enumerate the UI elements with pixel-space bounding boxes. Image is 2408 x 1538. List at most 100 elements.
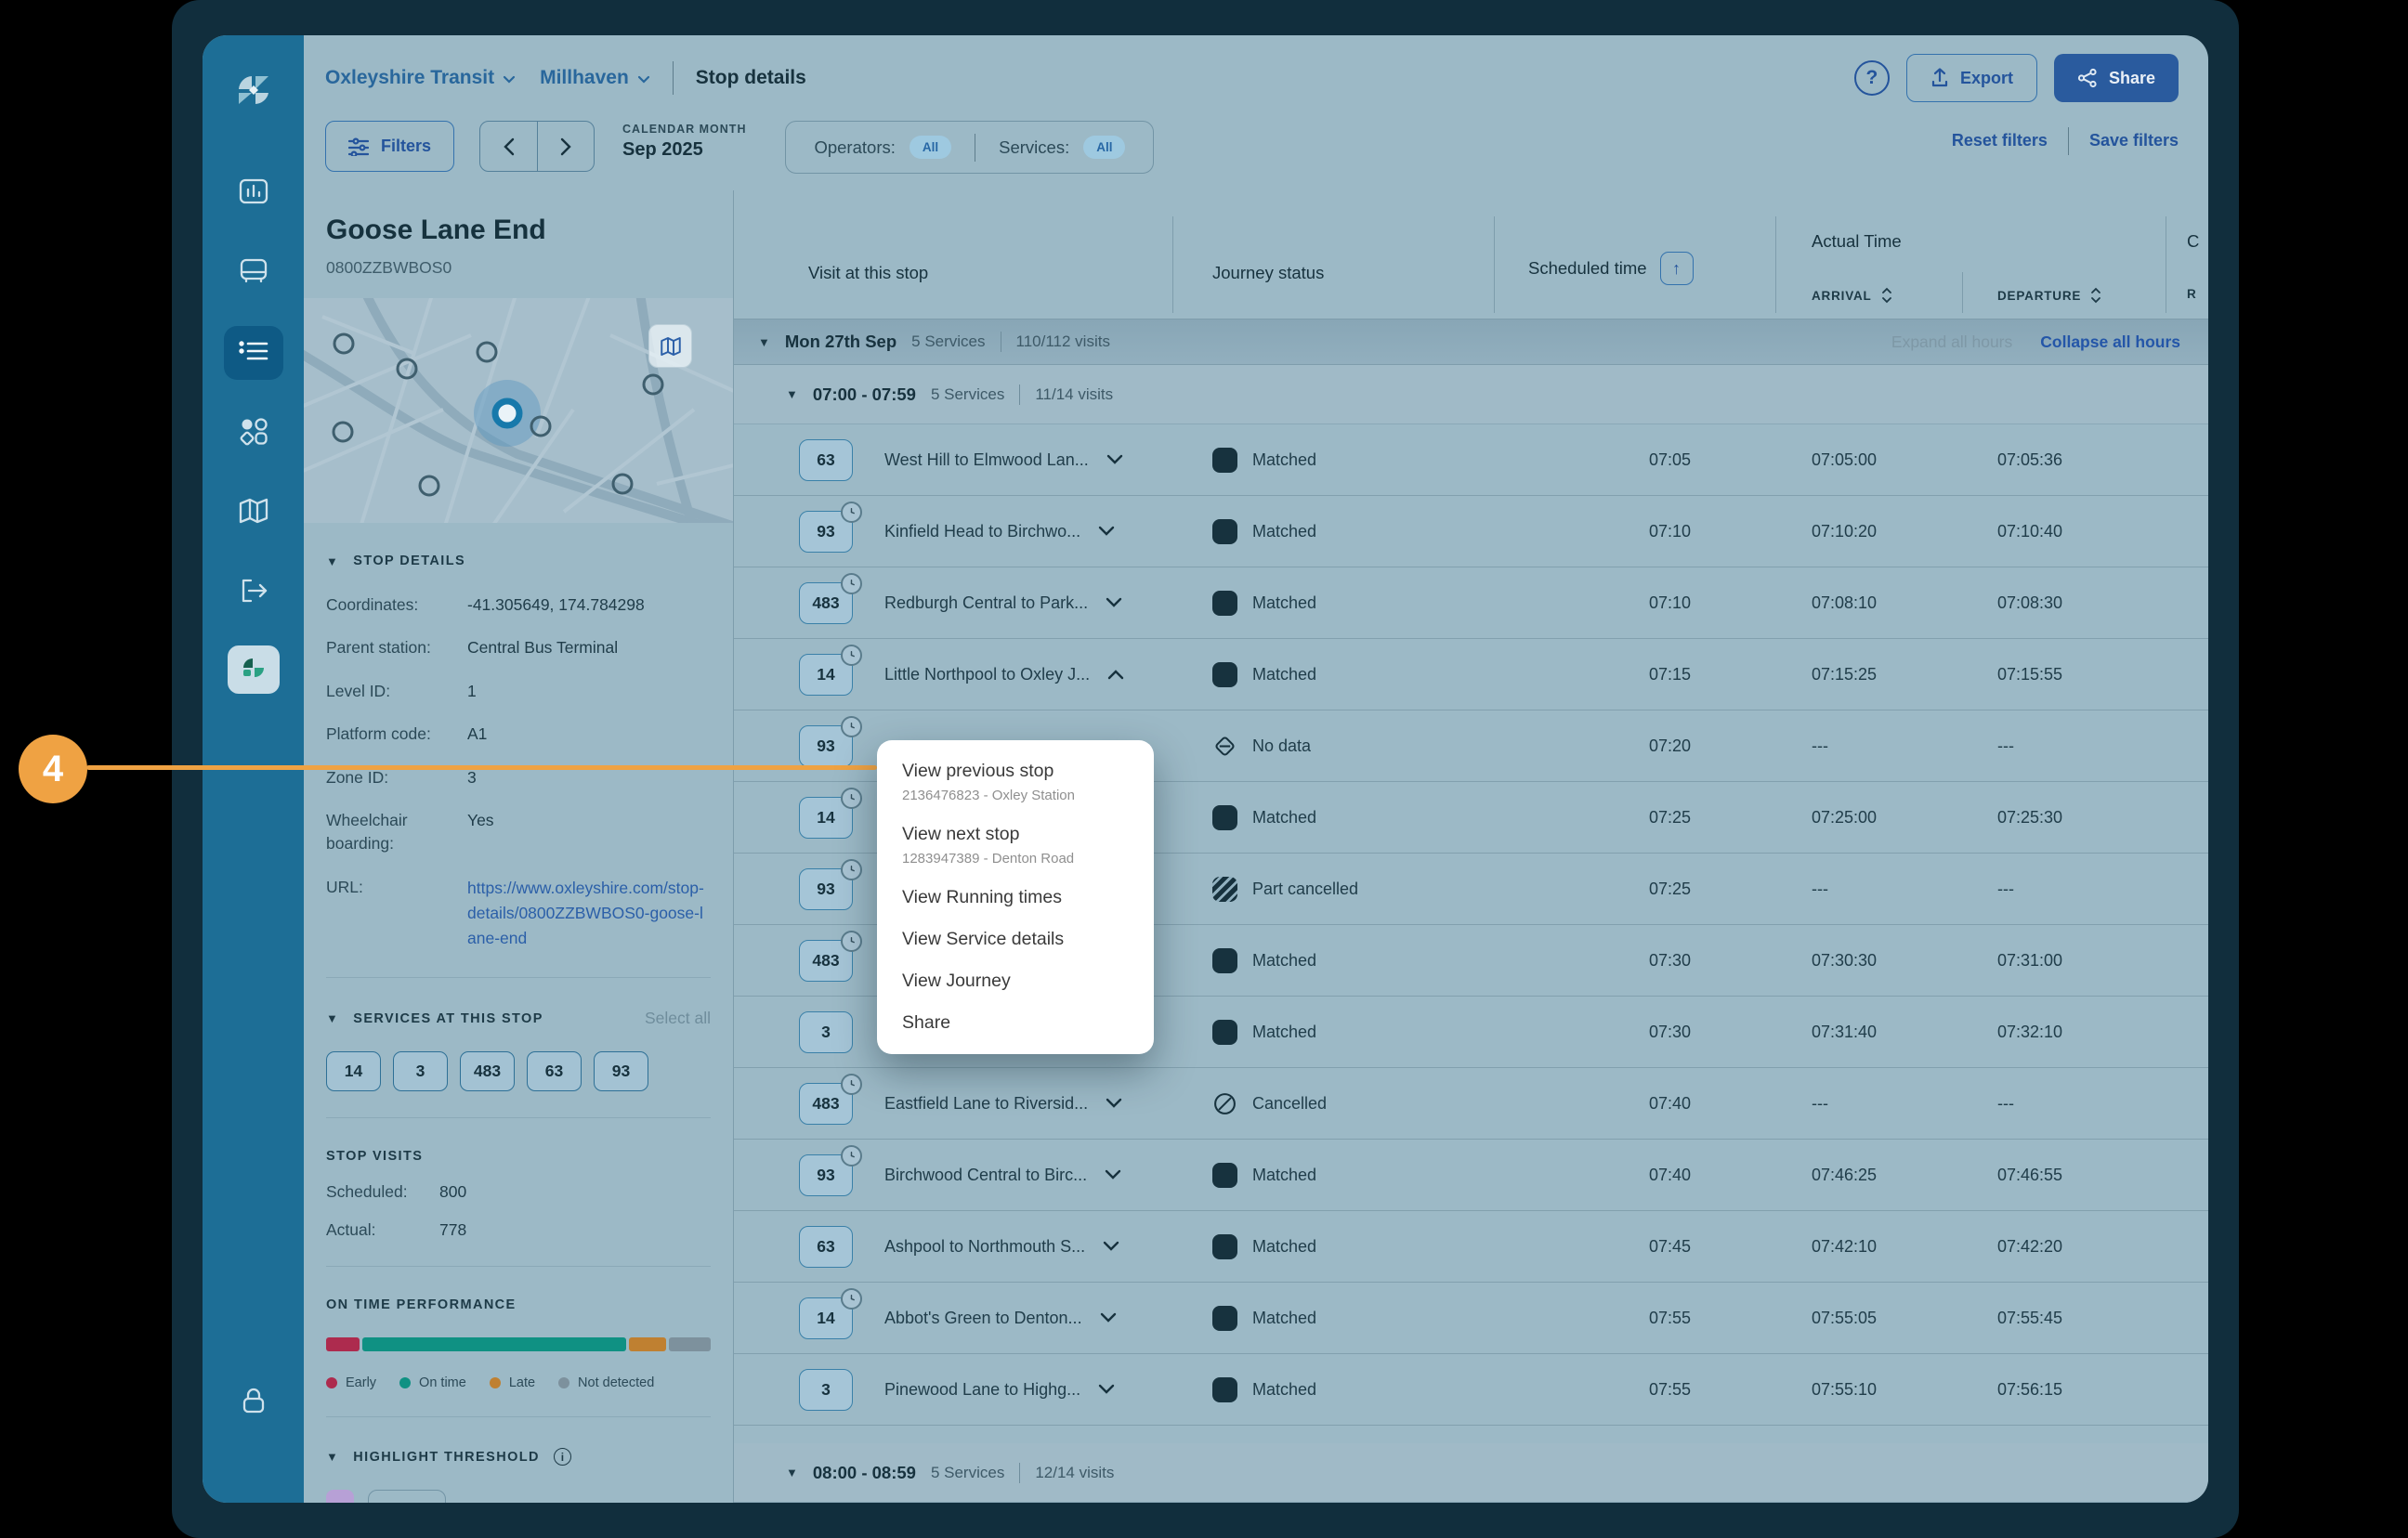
row-menu-toggle[interactable] bbox=[1105, 1098, 1123, 1109]
services-section-header[interactable]: ▼ SERVICES AT THIS STOP Select all bbox=[326, 1009, 711, 1028]
journey-status: Matched bbox=[1212, 805, 1316, 830]
info-icon[interactable]: i bbox=[554, 1448, 571, 1466]
visit-row[interactable]: 483 Redburgh Central to Park... Matched … bbox=[734, 567, 2208, 639]
sidebar-item-logout[interactable] bbox=[224, 566, 283, 619]
clipped-column-header: C bbox=[2187, 231, 2199, 252]
open-map-button[interactable] bbox=[648, 324, 692, 368]
matched-status-icon bbox=[1212, 662, 1237, 687]
journey-status: Part cancelled bbox=[1212, 877, 1358, 902]
service-chip[interactable]: 63 bbox=[527, 1051, 582, 1091]
annotation-circle: 4 bbox=[19, 735, 87, 803]
stop-details-section-header[interactable]: ▼ STOP DETAILS bbox=[326, 554, 711, 568]
context-menu-item[interactable]: View Journey bbox=[877, 960, 1154, 1002]
context-menu-item[interactable]: View next stop 1283947389 - Denton Road bbox=[877, 814, 1154, 877]
row-menu-toggle[interactable] bbox=[1106, 669, 1125, 680]
cancelled-status-icon bbox=[1212, 1091, 1237, 1116]
chevron-left-icon bbox=[504, 137, 515, 156]
otp-segment bbox=[669, 1337, 711, 1351]
scheduled-sort-button[interactable]: ↑ bbox=[1660, 252, 1694, 285]
scheduled-time: 07:25 bbox=[1494, 808, 1691, 828]
visit-row[interactable]: 93 Kinfield Head to Birchwo... Matched 0… bbox=[734, 496, 2208, 567]
row-menu-toggle[interactable] bbox=[1097, 526, 1116, 537]
breadcrumb-operator[interactable]: Oxleyshire Transit bbox=[325, 67, 516, 89]
visit-row[interactable]: 63 West Hill to Elmwood Lan... Matched 0… bbox=[734, 424, 2208, 496]
journey-name: Abbot's Green to Denton... bbox=[884, 1309, 1082, 1328]
share-button[interactable]: Share bbox=[2054, 54, 2179, 102]
stop-detail-field: Level ID: 1 bbox=[326, 680, 711, 703]
chevron-down-icon bbox=[1097, 1384, 1116, 1395]
scheduled-visits: Scheduled: 800 bbox=[326, 1182, 711, 1202]
stop-detail-field: Wheelchair boarding: Yes bbox=[326, 809, 711, 856]
sidebar-item-app-tile[interactable] bbox=[228, 645, 280, 694]
prev-month-button[interactable] bbox=[480, 122, 537, 171]
select-all-link[interactable]: Select all bbox=[645, 1009, 711, 1028]
sidebar-item-modes[interactable] bbox=[224, 406, 283, 460]
legend-item: On time bbox=[399, 1375, 466, 1390]
collapse-all-hours-link[interactable]: Collapse all hours bbox=[2040, 332, 2180, 352]
sidebar-item-stop-list[interactable] bbox=[224, 326, 283, 380]
col-departure-header[interactable]: DEPARTURE bbox=[1997, 287, 2101, 304]
journey-status: Matched bbox=[1212, 519, 1316, 544]
legend-label: On time bbox=[419, 1375, 466, 1390]
row-menu-toggle[interactable] bbox=[1105, 597, 1123, 608]
visit-row[interactable]: 63 Ashpool to Northmouth S... Matched 07… bbox=[734, 1211, 2208, 1283]
sidebar-item-dashboard[interactable] bbox=[224, 166, 283, 220]
col-arrival-header[interactable]: ARRIVAL bbox=[1812, 287, 1892, 304]
field-value: 1 bbox=[467, 680, 711, 703]
scheduled-time: 07:55 bbox=[1494, 1309, 1691, 1328]
visit-row[interactable]: 14 Little Northpool to Oxley J... Matche… bbox=[734, 639, 2208, 710]
part-cancelled-status-icon bbox=[1212, 877, 1237, 902]
row-menu-toggle[interactable] bbox=[1104, 1169, 1122, 1180]
sidebar-item-vehicles[interactable] bbox=[224, 246, 283, 300]
filters-button[interactable]: Filters bbox=[325, 121, 454, 172]
services-all-badge: All bbox=[1083, 136, 1125, 159]
actual-arrival: 07:42:10 bbox=[1812, 1237, 1877, 1257]
service-badge: 3 bbox=[799, 1011, 853, 1053]
stop-map[interactable] bbox=[304, 298, 733, 523]
save-filters-link[interactable]: Save filters bbox=[2089, 131, 2179, 150]
hour-group-row[interactable]: ▼ 07:00 - 07:59 5 Services 11/14 visits bbox=[734, 365, 2208, 424]
context-menu-item[interactable]: View previous stop 2136476823 - Oxley St… bbox=[877, 750, 1154, 814]
filters-icon bbox=[348, 137, 369, 156]
breadcrumb-region[interactable]: Millhaven bbox=[540, 67, 650, 89]
clock-icon bbox=[841, 716, 862, 737]
row-menu-toggle[interactable] bbox=[1102, 1241, 1120, 1252]
service-chip[interactable]: 93 bbox=[594, 1051, 648, 1091]
hour-group-row-next[interactable]: ▼ 08:00 - 08:59 5 Services 12/14 visits bbox=[734, 1443, 2208, 1503]
scheduled-time: 07:25 bbox=[1494, 880, 1691, 899]
row-menu-toggle[interactable] bbox=[1106, 454, 1124, 465]
threshold-color-chip[interactable] bbox=[326, 1490, 354, 1503]
brand-logo-icon bbox=[232, 69, 275, 116]
actual-departure: 07:25:30 bbox=[1997, 808, 2062, 828]
sidebar-item-map[interactable] bbox=[224, 486, 283, 540]
highlight-threshold-header[interactable]: ▼ HIGHLIGHT THRESHOLD i bbox=[326, 1448, 711, 1466]
col-actual-group-header: Actual Time bbox=[1812, 231, 1902, 252]
expand-all-hours-link[interactable]: Expand all hours bbox=[1891, 332, 2012, 352]
visit-row[interactable]: 3 Pinewood Lane to Highg... Matched 07:5… bbox=[734, 1354, 2208, 1426]
chevron-down-icon bbox=[1102, 1241, 1120, 1252]
clock-icon bbox=[841, 645, 862, 666]
stop-detail-field: Coordinates: -41.305649, 174.784298 bbox=[326, 593, 711, 617]
reset-filters-link[interactable]: Reset filters bbox=[1952, 131, 2048, 150]
row-menu-toggle[interactable] bbox=[1097, 1384, 1116, 1395]
row-menu-toggle[interactable] bbox=[1099, 1312, 1118, 1323]
collapse-caret-icon: ▼ bbox=[326, 1011, 339, 1025]
date-group-row[interactable]: ▼ Mon 27th Sep 5 Services 110/112 visits… bbox=[734, 319, 2208, 365]
stop-url-link[interactable]: https://www.oxleyshire.com/stop-details/… bbox=[467, 876, 711, 951]
service-chip[interactable]: 3 bbox=[393, 1051, 448, 1091]
operators-services-filter[interactable]: Operators: All Services: All bbox=[785, 121, 1154, 174]
stop-visits-header: STOP VISITS bbox=[326, 1149, 711, 1164]
next-month-button[interactable] bbox=[537, 122, 594, 171]
export-button[interactable]: Export bbox=[1906, 54, 2037, 102]
visit-row[interactable]: 93 Birchwood Central to Birc... Matched … bbox=[734, 1140, 2208, 1211]
context-menu-item[interactable]: View Service details bbox=[877, 919, 1154, 960]
visit-row[interactable]: 14 Abbot's Green to Denton... Matched 07… bbox=[734, 1283, 2208, 1354]
service-chip[interactable]: 483 bbox=[460, 1051, 515, 1091]
chevron-down-icon bbox=[503, 75, 516, 84]
service-chip[interactable]: 14 bbox=[326, 1051, 381, 1091]
context-menu-item[interactable]: View Running times bbox=[877, 877, 1154, 919]
help-button[interactable]: ? bbox=[1854, 60, 1890, 96]
threshold-value-box[interactable] bbox=[368, 1490, 446, 1503]
visit-row[interactable]: 483 Eastfield Lane to Riversid... Cancel… bbox=[734, 1068, 2208, 1140]
context-menu-item[interactable]: Share bbox=[877, 1002, 1154, 1044]
